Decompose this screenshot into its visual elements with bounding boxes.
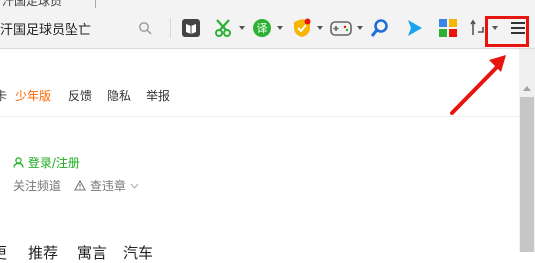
annotation-arrow <box>450 55 506 115</box>
